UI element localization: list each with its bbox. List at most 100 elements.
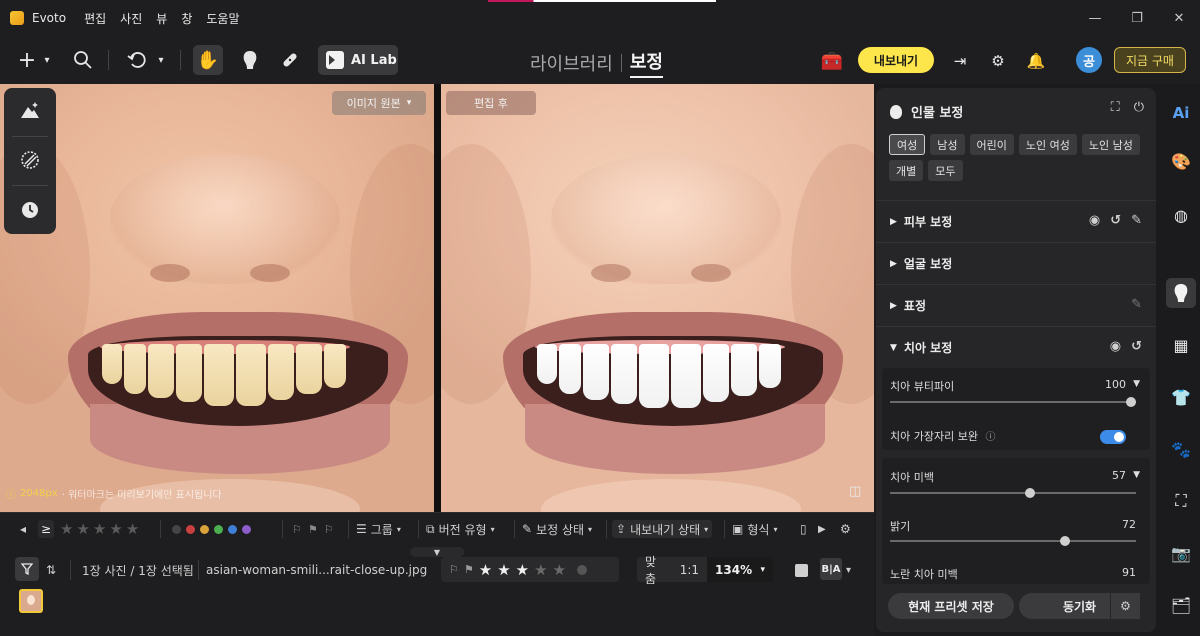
face-detect-icon[interactable]: ⛶ [1111,100,1120,115]
export-button[interactable]: 내보내기 [858,47,934,73]
reset-icon[interactable]: ↺ [1110,213,1121,228]
star-icon[interactable]: ★ [93,520,106,538]
star-icon[interactable]: ★ [109,520,122,538]
brush-icon[interactable]: ✎ [1131,213,1142,228]
rating-filter-stars[interactable]: ★ ★ ★ ★ ★ [60,520,139,538]
brush-icon[interactable]: ✎ [1131,297,1142,312]
hand-tool-icon[interactable]: ✋ [193,45,223,75]
crop-icon[interactable]: ⛶ [1168,488,1194,514]
filmstrip-collapse-handle[interactable]: ▼ [410,547,464,557]
view-mode-dropdown-icon[interactable]: ▾ [846,560,851,580]
history-dropdown-icon[interactable]: ▾ [154,45,168,75]
teeth-whiten-slider[interactable] [890,488,1136,498]
palette-icon[interactable]: 🎨 [1168,148,1194,174]
paw-icon[interactable]: 🐾 [1168,436,1194,462]
bandage-icon[interactable] [276,45,304,75]
tab-edit[interactable]: 보정 [629,48,663,78]
teeth-whiten-value[interactable]: 57 [1112,469,1126,482]
chevron-down-icon[interactable]: ▼ [1133,379,1140,389]
teeth-beautify-value[interactable]: 100 [1105,378,1126,391]
texture-circle-icon[interactable] [18,148,42,172]
photo-rating[interactable]: ⚐ ⚑ ★ ★ ★ ★ ★ [441,557,619,582]
brightness-slider[interactable] [890,536,1136,546]
tab-library[interactable]: 라이브러리 [530,50,613,76]
portrait-select-icon[interactable] [236,45,264,75]
eye-icon[interactable]: ◉ [1110,339,1121,354]
chip-child[interactable]: 어린이 [969,134,1014,155]
star-icon[interactable]: ★ [534,561,547,579]
flag-reject-icon[interactable]: ⚑ [308,523,318,536]
format-filter[interactable]: ▣ 형식 ▾ [732,520,777,538]
user-avatar[interactable]: 공 [1076,47,1102,73]
undo-icon[interactable] [124,45,150,75]
before-after-icon[interactable]: B|A [820,558,842,580]
more-filters-icon[interactable]: ▯ [800,520,807,538]
flag-filter[interactable]: ⚐ ⚑ ⚐ [292,520,334,538]
fit-button[interactable]: 맞춤 [637,553,672,587]
star-icon[interactable]: ★ [60,520,73,538]
flag-reject-icon[interactable]: ⚑ [464,563,474,576]
search-icon[interactable] [70,45,96,75]
mountain-sparkle-icon[interactable] [18,98,42,122]
export-status-filter[interactable]: ⇪ 내보내기 상태 ▾ [612,520,713,538]
group-filter[interactable]: ☰ 그룹 ▾ [356,520,401,538]
scroll-right-icon[interactable]: ▶ [818,520,826,538]
clothing-icon[interactable]: 👕 [1168,384,1194,410]
original-image-dropdown[interactable]: 이미지 원본 ▾ [332,91,426,115]
toggle-visibility-icon[interactable]: ⏻ [1134,100,1144,115]
teeth-beautify-slider[interactable] [890,397,1136,407]
brightness-value[interactable]: 72 [1122,518,1136,531]
chip-elderly-female[interactable]: 노인 여성 [1018,134,1077,155]
compare-view-icon[interactable]: ◫ [849,484,867,502]
filter-toggle-button[interactable] [15,557,39,581]
teeth-edge-toggle[interactable] [1100,430,1126,444]
section-skin[interactable]: ▶ 피부 보정 ◉ ↺ ✎ [876,200,1156,242]
star-icon[interactable]: ★ [497,561,510,579]
settings-bag-icon[interactable]: ⚙ [986,46,1010,76]
buy-now-button[interactable]: 지금 구매 [1114,47,1186,73]
color-dot[interactable] [228,524,237,534]
add-icon[interactable]: + [16,45,38,75]
star-icon[interactable]: ★ [479,561,492,579]
restore-icon[interactable]: ❐ [1116,0,1158,36]
section-face[interactable]: ▶ 얼굴 보정 [876,242,1156,284]
filter-settings-icon[interactable]: ⚙ [840,520,851,538]
star-icon[interactable]: ★ [126,520,139,538]
yellow-teeth-value[interactable]: 91 [1122,566,1136,579]
star-icon[interactable]: ★ [553,561,566,579]
photo-thumbnail[interactable] [19,589,43,613]
bell-icon[interactable]: 🔔 [1024,46,1048,76]
texture-icon[interactable]: ◍ [1168,202,1194,228]
flag-clear-icon[interactable]: ⚐ [324,523,334,536]
camera-icon[interactable]: 📷 [1168,540,1194,566]
one-to-one-button[interactable]: 1:1 [672,563,707,577]
rating-filter-operator[interactable]: ≥ [38,520,54,538]
ai-lab-button[interactable]: AI Lab [318,45,398,75]
history-clock-icon[interactable] [18,198,42,222]
add-dropdown-icon[interactable]: ▾ [40,45,54,75]
color-label-filter[interactable] [172,520,251,538]
menu-edit[interactable]: 편집 [84,10,106,27]
flag-icon[interactable]: ⚐ [449,563,459,576]
color-dot[interactable] [172,524,181,534]
ai-tool-icon[interactable]: Ai [1168,100,1194,126]
slider-knob[interactable] [1126,397,1136,407]
background-grid-icon[interactable]: ▦ [1168,332,1194,358]
chip-male[interactable]: 남성 [930,134,965,155]
color-dot[interactable] [242,524,251,534]
filter-direction-icon[interactable]: ◂ [20,520,26,538]
reset-icon[interactable]: ↺ [1131,339,1142,354]
close-icon[interactable]: ✕ [1158,0,1200,36]
save-preset-button[interactable]: 현재 프리셋 저장 [888,593,1014,619]
menu-view[interactable]: 뷰 [156,10,167,27]
color-dot[interactable] [214,524,223,534]
photo-canvas[interactable] [0,84,874,512]
help-icon[interactable]: ⓘ [985,432,995,443]
slider-knob[interactable] [1059,536,1070,546]
chip-all[interactable]: 모두 [928,160,963,181]
chip-elderly-male[interactable]: 노인 남성 [1081,134,1140,155]
import-export-icon[interactable]: ⇥ [948,46,972,76]
section-expression[interactable]: ▶ 표정 ✎ [876,284,1156,326]
folder-settings-icon[interactable]: 🗂 [1168,592,1194,618]
menu-window[interactable]: 창 [181,10,192,27]
